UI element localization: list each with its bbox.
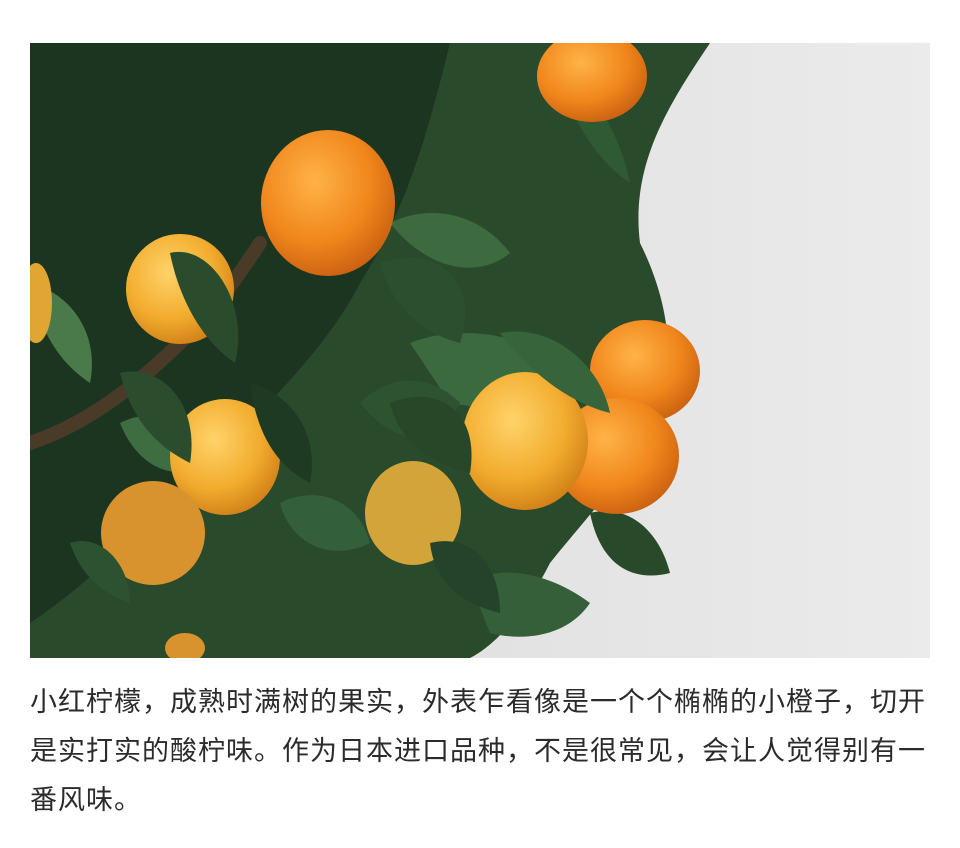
orange-tree-photo bbox=[30, 43, 930, 658]
caption-text: 小红柠檬，成熟时满树的果实，外表乍看像是一个个椭椭的小橙子，切开是实打实的酸柠味… bbox=[30, 687, 926, 816]
photo-illustration bbox=[30, 43, 930, 658]
